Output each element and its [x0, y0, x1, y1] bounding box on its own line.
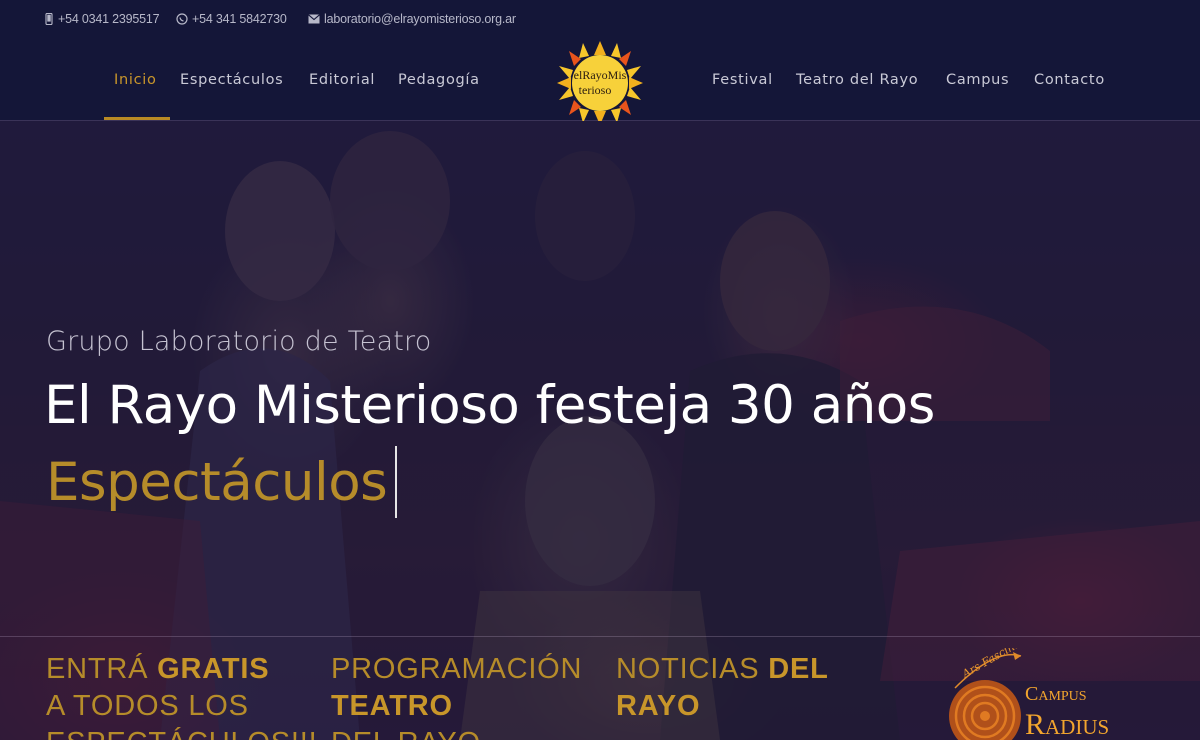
site-logo[interactable]: elRayoMis terioso — [557, 41, 643, 125]
hero-subtitle: Grupo Laboratorio de Teatro — [46, 326, 432, 357]
card-bold-text: RAYO — [616, 690, 701, 722]
typing-cursor — [395, 446, 398, 518]
card-text: ESPECTÁCULOS!!! — [46, 727, 317, 740]
card-bold-text: DEL — [768, 653, 829, 685]
card-programacion[interactable]: PROGRAMACIÓN TEATRO DEL RAYO — [331, 651, 601, 740]
card-text: NOTICIAS — [616, 653, 769, 685]
card-bold-text: TEATRO — [331, 690, 453, 722]
mobile-phone-icon — [45, 13, 53, 25]
phone-number: +54 0341 2395517 — [58, 12, 160, 26]
logo-text-line1: elRayoMis — [574, 68, 627, 82]
phone-contact[interactable]: +54 0341 2395517 — [44, 12, 160, 26]
nav-item-inicio[interactable]: Inicio — [114, 72, 157, 88]
campus-line1: Campus — [1025, 683, 1087, 705]
card-text: PROGRAMACIÓN — [331, 653, 583, 685]
nav-item-editorial[interactable]: Editorial — [309, 72, 375, 88]
card-bold-text: GRATIS — [157, 653, 270, 685]
active-nav-indicator — [104, 117, 170, 120]
nav-item-espectaculos[interactable]: Espectáculos — [180, 72, 283, 88]
whatsapp-contact[interactable]: +54 341 5842730 — [176, 12, 287, 26]
card-text: A TODOS LOS — [46, 690, 249, 722]
typed-word: Espectáculos — [46, 451, 388, 513]
envelope-icon — [308, 14, 320, 24]
card-noticias[interactable]: NOTICIAS DEL RAYO — [616, 651, 886, 725]
card-text: DEL RAYO — [331, 727, 481, 740]
campus-motto: Ars Fascinans Artis — [959, 648, 1060, 681]
card-text: ENTRÁ — [46, 653, 158, 685]
top-contact-bar: +54 0341 2395517 +54 341 5842730 laborat… — [0, 0, 1200, 40]
nav-item-festival[interactable]: Festival — [712, 72, 773, 88]
whatsapp-number: +54 341 5842730 — [192, 12, 287, 26]
hero-title: El Rayo Misterioso festeja 30 años — [44, 375, 935, 436]
whatsapp-icon — [176, 13, 188, 25]
nav-item-pedagogia[interactable]: Pedagogía — [398, 72, 480, 88]
logo-text-line2: terioso — [579, 83, 612, 97]
hero-typed-text: Espectáculos — [46, 446, 398, 518]
tree-rings-icon — [949, 680, 1021, 740]
campus-radius-logo[interactable]: Ars Fascinans Artis Campus Radius — [925, 648, 1135, 740]
nav-item-contacto[interactable]: Contacto — [1034, 72, 1105, 88]
email-address: laboratorio@elrayomisterioso.org.ar — [324, 12, 516, 26]
card-entrada-gratis[interactable]: ENTRÁ GRATIS A TODOS LOS ESPECTÁCULOS!!! — [46, 651, 317, 740]
campus-line2: Radius — [1025, 708, 1109, 740]
hero-divider — [0, 636, 1200, 637]
nav-item-teatro-del-rayo[interactable]: Teatro del Rayo — [796, 72, 918, 88]
email-contact[interactable]: laboratorio@elrayomisterioso.org.ar — [308, 12, 516, 26]
nav-item-campus[interactable]: Campus — [946, 72, 1009, 88]
